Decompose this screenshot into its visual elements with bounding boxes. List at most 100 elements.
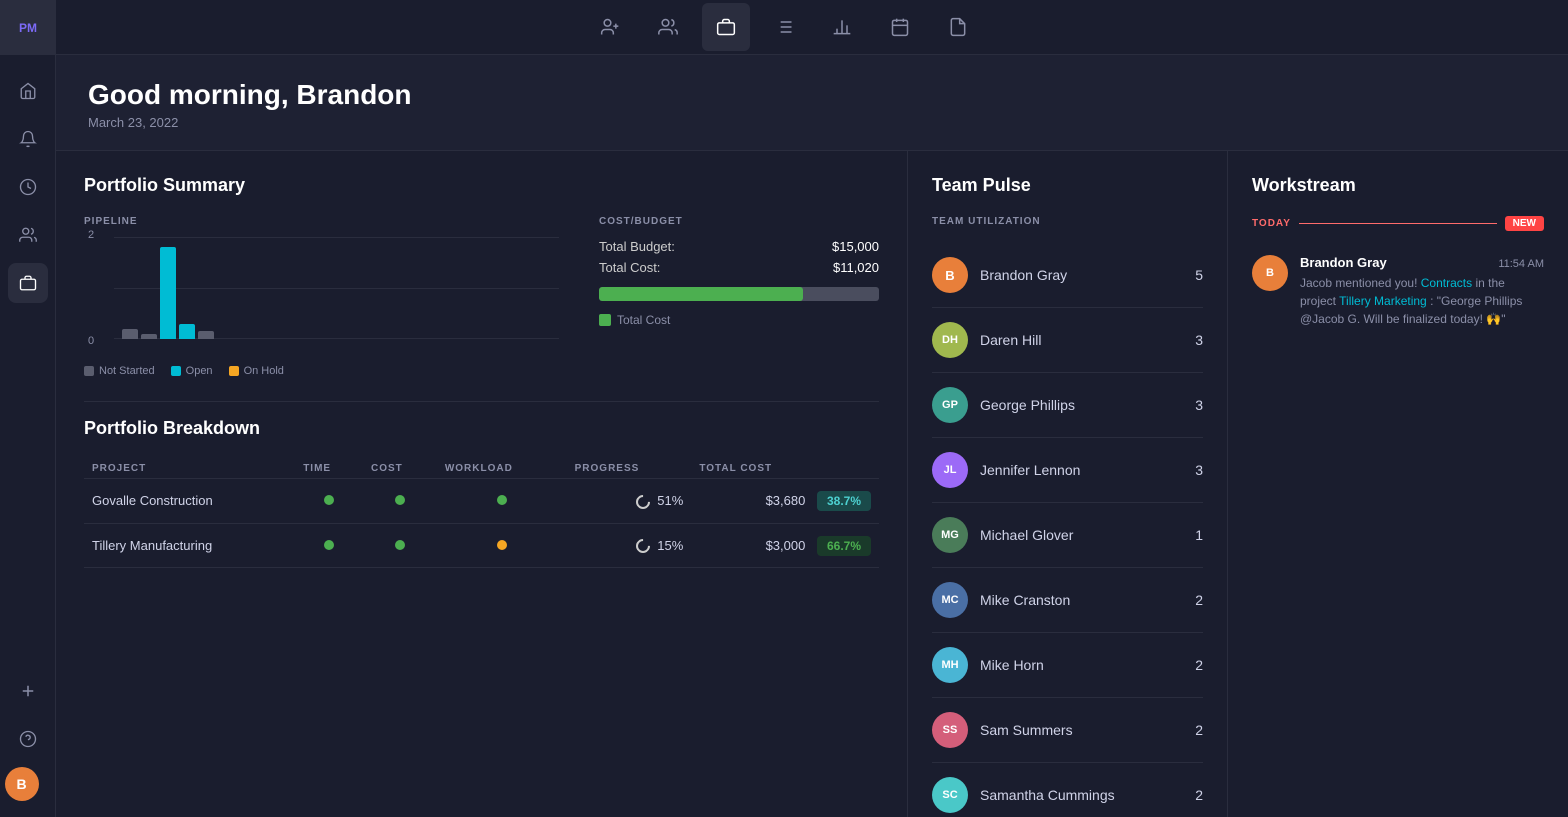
nav-icon-chart[interactable] bbox=[818, 3, 866, 51]
workstream-item: B Brandon Gray 11:54 AM Jacob mentioned … bbox=[1252, 247, 1544, 336]
nav-icons bbox=[586, 3, 982, 51]
bar-chart: 2 0 bbox=[84, 237, 559, 357]
team-member-count: 3 bbox=[1195, 397, 1203, 413]
avatar: B bbox=[932, 257, 968, 293]
ws-message: Jacob mentioned you! Contracts in the pr… bbox=[1300, 274, 1544, 328]
ws-link-tillery[interactable]: Tillery Marketing bbox=[1339, 294, 1427, 308]
sidebar-item-alerts[interactable] bbox=[8, 119, 48, 159]
total-cost-label: Total Cost: bbox=[599, 260, 660, 275]
cost-budget-area: COST/BUDGET Total Budget: $15,000 Total … bbox=[599, 216, 879, 377]
sidebar: B bbox=[0, 55, 56, 817]
main-layout: B Good morning, Brandon March 23, 2022 P… bbox=[0, 55, 1568, 817]
breakdown-title: Portfolio Breakdown bbox=[84, 418, 879, 439]
team-pulse-title: Team Pulse bbox=[932, 175, 1203, 196]
legend-dot-open bbox=[171, 366, 181, 376]
sidebar-item-briefcase[interactable] bbox=[8, 263, 48, 303]
sidebar-item-help[interactable] bbox=[8, 719, 48, 759]
nav-icon-document[interactable] bbox=[934, 3, 982, 51]
total-budget-value: $15,000 bbox=[832, 239, 879, 254]
ws-avatar: B bbox=[1252, 255, 1288, 291]
ws-content: Brandon Gray 11:54 AM Jacob mentioned yo… bbox=[1300, 255, 1544, 328]
team-member-count: 2 bbox=[1195, 657, 1203, 673]
team-member-name: Mike Cranston bbox=[980, 592, 1195, 608]
list-item: MC Mike Cranston 2 bbox=[932, 568, 1203, 633]
chart-legend: Not Started Open On Hold bbox=[84, 365, 559, 377]
nav-icon-list[interactable] bbox=[760, 3, 808, 51]
total-cost-value: $11,020 bbox=[833, 260, 879, 275]
nav-icon-calendar[interactable] bbox=[876, 3, 924, 51]
project-name-2: Tillery Manufacturing bbox=[84, 523, 295, 568]
th-cost: COST bbox=[363, 459, 437, 479]
legend-dot-not-started bbox=[84, 366, 94, 376]
avatar: SC bbox=[932, 777, 968, 813]
page-title: Good morning, Brandon bbox=[88, 79, 1536, 111]
cost-budget-label: COST/BUDGET bbox=[599, 216, 879, 227]
progress-circle-2 bbox=[633, 536, 653, 556]
team-util-label: TEAM UTILIZATION bbox=[932, 216, 1203, 227]
team-member-name: Samantha Cummings bbox=[980, 787, 1195, 803]
workstream-column: Workstream TODAY NEW B Brandon Gray 11:5… bbox=[1228, 151, 1568, 817]
cost-dot-1 bbox=[395, 495, 405, 505]
sidebar-item-users[interactable] bbox=[8, 215, 48, 255]
sidebar-bottom: B bbox=[5, 671, 51, 801]
nav-icon-people[interactable] bbox=[644, 3, 692, 51]
top-nav: PM bbox=[0, 0, 1568, 55]
nav-icon-person-add[interactable] bbox=[586, 3, 634, 51]
ws-link-contracts[interactable]: Contracts bbox=[1421, 276, 1472, 290]
team-member-count: 3 bbox=[1195, 332, 1203, 348]
sidebar-item-add[interactable] bbox=[8, 671, 48, 711]
team-member-name: Mike Horn bbox=[980, 657, 1195, 673]
breakdown-table: PROJECT TIME COST WORKLOAD PROGRESS TOTA… bbox=[84, 459, 879, 568]
total-budget-row: Total Budget: $15,000 bbox=[599, 239, 879, 254]
team-member-count: 3 bbox=[1195, 462, 1203, 478]
team-member-name: Brandon Gray bbox=[980, 267, 1195, 283]
list-item: B Brandon Gray 5 bbox=[932, 243, 1203, 308]
avatar: MC bbox=[932, 582, 968, 618]
legend-label-open: Open bbox=[186, 365, 213, 377]
pipeline-section: PIPELINE 2 0 bbox=[84, 216, 879, 377]
user-avatar[interactable]: B bbox=[5, 767, 39, 801]
team-member-count: 2 bbox=[1195, 787, 1203, 803]
content: Good morning, Brandon March 23, 2022 Por… bbox=[56, 55, 1568, 817]
time-1 bbox=[295, 479, 363, 524]
avatar: MH bbox=[932, 647, 968, 683]
legend-dot-on-hold bbox=[229, 366, 239, 376]
progress-2: 15% bbox=[567, 523, 692, 568]
list-item: SC Samantha Cummings 2 bbox=[932, 763, 1203, 817]
list-item: GP George Phillips 3 bbox=[932, 373, 1203, 438]
today-line bbox=[1299, 223, 1497, 224]
today-label: TODAY bbox=[1252, 218, 1291, 229]
avatar: SS bbox=[932, 712, 968, 748]
y-label-2: 2 bbox=[88, 229, 94, 241]
legend-not-started: Not Started bbox=[84, 365, 155, 377]
sidebar-item-time[interactable] bbox=[8, 167, 48, 207]
avatar: DH bbox=[932, 322, 968, 358]
sidebar-item-home[interactable] bbox=[8, 71, 48, 111]
pipeline-label: PIPELINE bbox=[84, 216, 559, 227]
cost-legend: Total Cost bbox=[599, 313, 879, 327]
legend-label-not-started: Not Started bbox=[99, 365, 155, 377]
progress-pct-1: 51% bbox=[657, 493, 683, 508]
cost-dot-2 bbox=[395, 540, 405, 550]
list-item: JL Jennifer Lennon 3 bbox=[932, 438, 1203, 503]
ws-timestamp: 11:54 AM bbox=[1498, 258, 1544, 270]
bar-1 bbox=[122, 329, 138, 339]
legend-open: Open bbox=[171, 365, 213, 377]
legend-on-hold: On Hold bbox=[229, 365, 284, 377]
avatar: GP bbox=[932, 387, 968, 423]
team-pulse-column: Team Pulse TEAM UTILIZATION B Brandon Gr… bbox=[908, 151, 1228, 817]
workload-2 bbox=[437, 523, 567, 568]
table-row: Tillery Manufacturing 15% $3,000 66.7% bbox=[84, 523, 879, 568]
avatar: JL bbox=[932, 452, 968, 488]
app-logo[interactable]: PM bbox=[0, 0, 56, 55]
nav-icon-briefcase[interactable] bbox=[702, 3, 750, 51]
cost-2 bbox=[363, 523, 437, 568]
table-row: Govalle Construction 51% $3,680 38.7% bbox=[84, 479, 879, 524]
totalcost-2: $3,000 66.7% bbox=[691, 523, 879, 568]
ws-message-plain: Jacob mentioned you! bbox=[1300, 276, 1421, 290]
progress-pct-2: 15% bbox=[657, 538, 683, 553]
page-date: March 23, 2022 bbox=[88, 115, 1536, 130]
th-progress: PROGRESS bbox=[567, 459, 692, 479]
progress-1: 51% bbox=[567, 479, 692, 524]
cost-progress-fill bbox=[599, 287, 803, 301]
